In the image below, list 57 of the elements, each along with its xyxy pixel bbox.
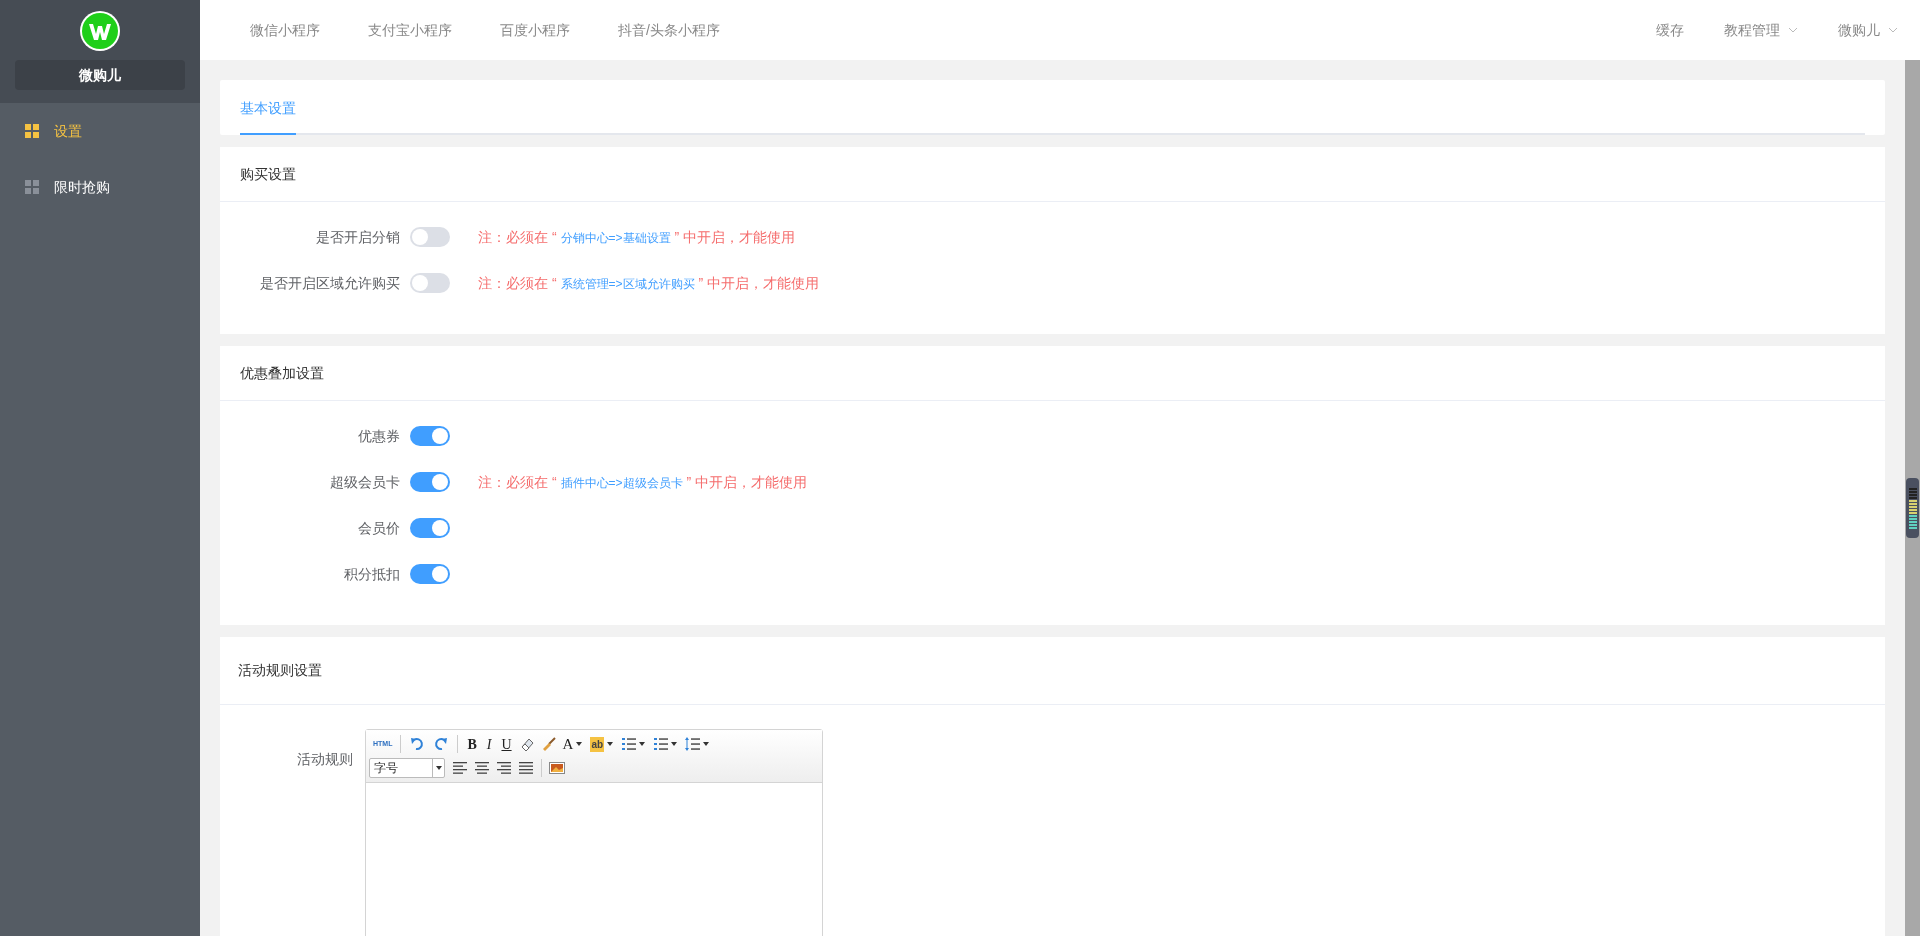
justify-icon[interactable] (518, 761, 534, 775)
section-title: 活动规则设置 (220, 637, 1885, 705)
align-left-icon[interactable] (452, 761, 468, 775)
field-label: 是否开启分销 (315, 227, 401, 247)
chevron-down-icon (1888, 27, 1898, 33)
caret-icon (639, 742, 646, 746)
grid-icon (25, 180, 39, 194)
caret-icon (703, 742, 710, 746)
align-center-icon[interactable] (474, 761, 490, 775)
tab[interactable]: 基本设置 (240, 98, 296, 135)
toggle-switch[interactable] (410, 518, 450, 538)
field-label: 会员价 (357, 518, 401, 538)
sidebar-item[interactable]: 设置 (0, 103, 200, 159)
grid-icon (25, 124, 39, 138)
logo-icon (79, 10, 121, 52)
field-label: 优惠券 (357, 426, 401, 446)
field-label: 积分抵扣 (343, 564, 401, 584)
chevron-down-icon (1788, 27, 1798, 33)
redo-icon[interactable] (434, 737, 449, 751)
brand-name: 微购儿 (15, 60, 185, 90)
note-text: 注：必须在 “ 系统管理=>区域允许购买 ” 中开启，才能使用 (478, 273, 820, 293)
nav-link[interactable]: 微信小程序 (250, 19, 320, 41)
bullet-list-button[interactable] (653, 737, 678, 751)
caret-icon (671, 742, 678, 746)
scroll-widget[interactable] (1906, 478, 1919, 538)
nav-link[interactable]: 支付宝小程序 (368, 19, 452, 41)
section-title: 购买设置 (220, 147, 1885, 202)
note-text: 注：必须在 “ 插件中心=>超级会员卡 ” 中开启，才能使用 (478, 472, 808, 492)
toggle-switch[interactable] (410, 564, 450, 584)
nav-link[interactable]: 抖音/头条小程序 (618, 19, 720, 41)
bold-button[interactable]: B (467, 733, 477, 755)
note-text: 注：必须在 “ 分销中心=>基础设置 ” 中开启，才能使用 (478, 227, 796, 247)
toggle-switch[interactable] (410, 273, 450, 293)
nav-menu[interactable]: 教程管理 (1724, 19, 1798, 41)
italic-button[interactable]: I (486, 733, 492, 755)
sidebar-item[interactable]: 限时抢购 (0, 159, 200, 215)
toggle-switch[interactable] (410, 472, 450, 492)
line-height-button[interactable] (685, 737, 710, 751)
font-color-button[interactable]: A (562, 732, 583, 756)
toggle-switch[interactable] (410, 426, 450, 446)
section-title: 优惠叠加设置 (220, 346, 1885, 401)
underline-button[interactable]: U (501, 733, 512, 755)
field-label: 活动规则 (296, 750, 354, 769)
eraser-icon[interactable] (519, 736, 535, 752)
caret-icon (576, 742, 583, 746)
field-label: 是否开启区域允许购买 (259, 273, 401, 293)
field-label: 超级会员卡 (329, 472, 401, 492)
toggle-switch[interactable] (410, 227, 450, 247)
nav-menu[interactable]: 微购儿 (1838, 19, 1898, 41)
nav-link[interactable]: 百度小程序 (500, 19, 570, 41)
font-size-select[interactable]: 字号 (369, 758, 445, 778)
undo-icon[interactable] (410, 737, 425, 751)
caret-icon (436, 766, 442, 770)
image-icon[interactable] (549, 762, 565, 774)
nav-menu[interactable]: 缓存 (1656, 19, 1684, 41)
caret-icon (607, 742, 614, 746)
align-right-icon[interactable] (496, 761, 512, 775)
